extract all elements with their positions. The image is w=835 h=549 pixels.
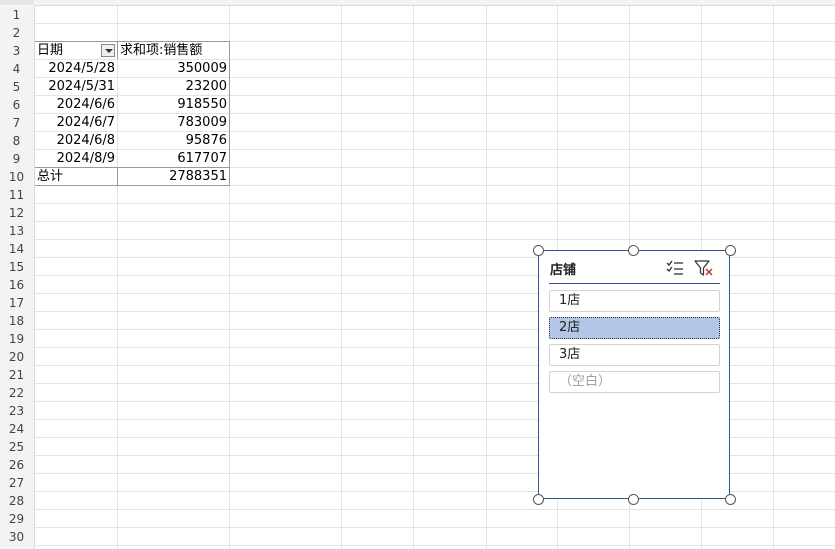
row-header[interactable]: 20 [0,348,33,366]
row-header[interactable]: 19 [0,330,33,348]
gridline [773,6,774,549]
gridline [35,221,835,222]
row-header[interactable]: 22 [0,384,33,402]
pivot-border [229,41,230,186]
pivot-value-cell[interactable]: 95876 [118,132,227,150]
row-header[interactable]: 1 [0,6,33,24]
pivot-date-cell[interactable]: 2024/8/9 [35,150,115,168]
slicer-item[interactable]: 3店 [549,344,720,366]
row-header[interactable]: 2 [0,24,33,42]
pivot-header-sum[interactable]: 求和项:销售额 [120,42,202,60]
gridline [35,239,835,240]
clear-filter-icon[interactable] [694,259,714,277]
pivot-date-cell[interactable]: 2024/5/31 [35,78,115,96]
row-header[interactable]: 12 [0,204,33,222]
resize-handle-bottom-left[interactable] [533,494,544,505]
gridline [486,6,487,549]
row-header[interactable]: 21 [0,366,33,384]
slicer-title: 店铺 [550,263,577,278]
resize-handle-top-left[interactable] [533,245,544,256]
pivot-header-date[interactable]: 日期 [37,42,63,60]
gridline [35,509,835,510]
row-header[interactable]: 14 [0,240,33,258]
pivot-date-cell[interactable]: 2024/6/8 [35,132,115,150]
row-header[interactable]: 10 [0,168,33,186]
row-header[interactable]: 28 [0,492,33,510]
row-header[interactable]: 29 [0,510,33,528]
resize-handle-bottom[interactable] [628,494,639,505]
row-header[interactable]: 24 [0,420,33,438]
pivot-date-cell[interactable]: 2024/6/7 [35,114,115,132]
row-header[interactable]: 25 [0,438,33,456]
row-header[interactable]: 13 [0,222,33,240]
row-header[interactable]: 8 [0,132,33,150]
select-all-corner[interactable] [0,0,34,5]
gridline [341,6,342,549]
gridline [35,545,835,546]
pivot-date-cell[interactable]: 2024/6/6 [35,96,115,114]
row-header[interactable]: 11 [0,186,33,204]
row-header[interactable]: 16 [0,276,33,294]
row-header[interactable]: 5 [0,78,33,96]
gridline [413,6,414,549]
row-header[interactable]: 17 [0,294,33,312]
pivot-value-cell[interactable]: 783009 [118,114,227,132]
resize-handle-top-right[interactable] [725,245,736,256]
slicer-item[interactable]: 1店 [549,290,720,312]
spreadsheet-grid[interactable]: 1 2 3 4 5 6 7 8 9 10 11 12 13 14 15 16 17 18 19 20 21 22 23 24 2… [0,0,835,549]
gridline [35,527,835,528]
pivot-value-cell[interactable]: 918550 [118,96,227,114]
pivot-value-cell[interactable]: 23200 [118,78,227,96]
store-slicer[interactable]: 店铺 1店 2店 3店 （空白） [538,250,730,499]
column-header-strip[interactable] [34,0,835,6]
row-header[interactable]: 18 [0,312,33,330]
multi-select-icon[interactable] [666,260,684,276]
row-header[interactable]: 9 [0,150,33,168]
row-header[interactable]: 4 [0,60,33,78]
pivot-date-cell[interactable]: 2024/5/28 [35,60,115,78]
pivot-total-label[interactable]: 总计 [37,168,63,186]
row-header[interactable]: 3 [0,42,33,60]
resize-handle-top[interactable] [628,245,639,256]
row-header[interactable]: 7 [0,114,33,132]
slicer-item[interactable]: （空白） [549,371,720,393]
gridline [35,23,835,24]
pivot-value-cell[interactable]: 350009 [118,60,227,78]
filter-dropdown-button[interactable] [101,44,115,57]
row-header[interactable]: 26 [0,456,33,474]
slicer-title-divider [549,283,720,284]
slicer-item[interactable]: 2店 [549,317,720,339]
pivot-value-cell[interactable]: 617707 [118,150,227,168]
row-header[interactable]: 23 [0,402,33,420]
row-header[interactable]: 6 [0,96,33,114]
row-header[interactable]: 30 [0,528,33,546]
pivot-border [117,41,118,59]
row-header[interactable]: 27 [0,474,33,492]
row-header[interactable]: 15 [0,258,33,276]
gridline [35,203,835,204]
pivot-total-value[interactable]: 2788351 [118,168,227,186]
resize-handle-bottom-right[interactable] [725,494,736,505]
